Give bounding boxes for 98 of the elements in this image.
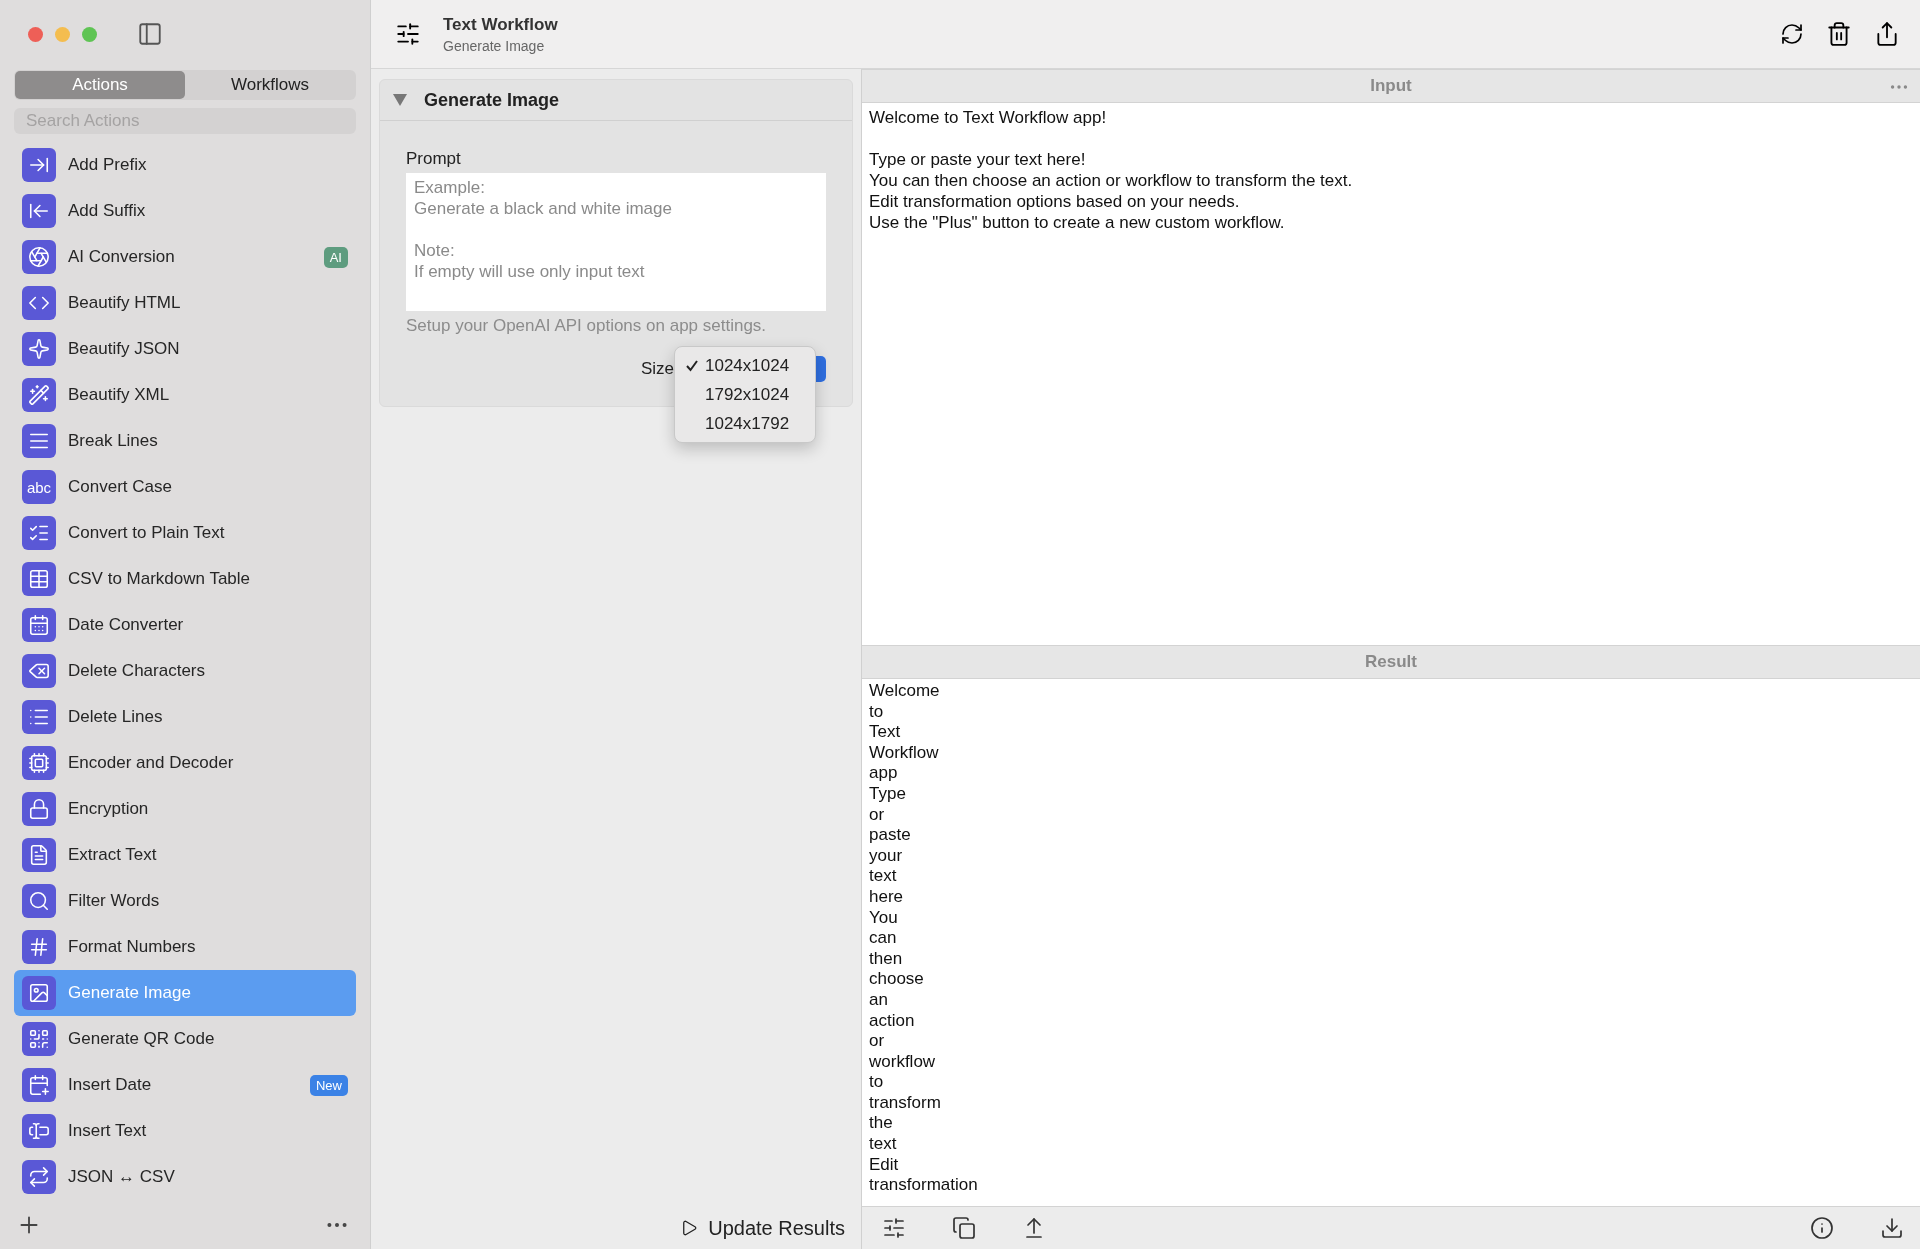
checklist-icon (22, 516, 56, 550)
copy-icon[interactable] (952, 1216, 976, 1240)
result-word: paste (869, 825, 911, 846)
menu-item[interactable]: 1792x1024 (675, 380, 815, 409)
sidebar-item[interactable]: Break Lines (14, 418, 356, 464)
sidebar-item[interactable]: Filter Words (14, 878, 356, 924)
result-word: Welcome (869, 681, 940, 702)
menu-item[interactable]: 1024x1024 (675, 351, 815, 380)
hint-text: Setup your OpenAI API options on app settings. (406, 316, 768, 336)
hash-icon (22, 930, 56, 964)
lock-icon (22, 792, 56, 826)
arrow-left-bar-icon (22, 194, 56, 228)
result-word: text (869, 1134, 897, 1155)
result-word: app (869, 763, 898, 784)
calendar-icon (22, 608, 56, 642)
result-word: Text (869, 722, 901, 743)
sidebar-tab[interactable]: Workflows (185, 71, 355, 99)
sidebar-item[interactable]: Extract Text (14, 832, 356, 878)
result-word: transformation (869, 1175, 978, 1196)
text-icon: abc (22, 470, 56, 504)
sidebar-toggle-icon[interactable] (137, 21, 163, 47)
result-word: or (869, 804, 885, 826)
sidebar-item[interactable]: Beautify JSON (14, 326, 356, 372)
result-word: Workflow (869, 742, 939, 764)
result-word: or (869, 1031, 885, 1052)
qr-code-icon (22, 1022, 56, 1056)
calendar-plus-icon (22, 1068, 56, 1102)
input-text[interactable]: Welcome to Text Workflow app! Type or paste your text here! You can then choose an action or workflow to transform the text. Edit transformation options based on your needs. Use the "Plus" button to create a new custom workflow. (862, 103, 1920, 645)
sidebar-item[interactable]: Encryption (14, 786, 356, 832)
sidebar-item[interactable]: Generate QR Code (14, 1016, 356, 1062)
sliders-icon[interactable] (882, 1216, 906, 1240)
sidebar-item[interactable]: Encoder and Decoder (14, 740, 356, 786)
sparkle-icon (22, 332, 56, 366)
list-icon (22, 700, 56, 734)
text-cursor-icon (22, 1114, 56, 1148)
sidebar-item[interactable]: Insert Date New (14, 1062, 356, 1108)
action-title: Generate Image (424, 89, 560, 111)
result-word: choose (869, 969, 924, 990)
sidebar-item[interactable]: Beautify XML (14, 372, 356, 418)
result-word: to (869, 701, 884, 723)
sidebar-item[interactable]: JSON ↔ CSV (14, 1154, 356, 1200)
lines-icon (22, 424, 56, 458)
sliders-icon[interactable] (395, 21, 421, 47)
sidebar-item[interactable]: CSV to Markdown Table (14, 556, 356, 602)
result-header: Result (862, 645, 1920, 679)
menu-item[interactable]: 1024x1792 (675, 409, 815, 438)
prompt-field[interactable]: Example: Generate a black and white image Note: If empty will use only input text (406, 173, 826, 311)
sidebar-item[interactable]: abc Convert Case (14, 464, 356, 510)
sidebar-item[interactable]: Add Suffix (14, 188, 356, 234)
window-subtitle: Generate Image (443, 37, 546, 54)
result-word: transform (869, 1092, 941, 1114)
size-label: Size (640, 359, 674, 379)
badge: AI (323, 246, 348, 268)
repeat-icon (22, 1160, 56, 1194)
result-word: to (869, 1072, 884, 1093)
info-icon[interactable] (1810, 1216, 1834, 1240)
aperture-icon (22, 240, 56, 274)
badge: New (310, 1074, 348, 1096)
result-word: the (869, 1113, 893, 1135)
delete-icon (22, 654, 56, 688)
play-icon (680, 1219, 699, 1237)
sidebar-item[interactable]: Insert Text (14, 1108, 356, 1154)
chip-icon (22, 746, 56, 780)
wand-icon (22, 378, 56, 412)
trash-icon[interactable] (1826, 21, 1852, 47)
sidebar-item[interactable]: Delete Lines (14, 694, 356, 740)
sidebar-item[interactable]: Convert to Plain Text (14, 510, 356, 556)
result-word: text (869, 866, 897, 887)
share-icon[interactable] (1874, 21, 1900, 47)
sidebar-item[interactable]: AI Conversion AI (14, 234, 356, 280)
disclosure-triangle-icon[interactable] (392, 93, 408, 107)
window-title: Text Workflow (443, 14, 559, 35)
result-word: then (869, 948, 903, 970)
result-word: can (869, 928, 897, 949)
arrow-right-bar-icon (22, 148, 56, 182)
checkmark-icon (685, 358, 699, 373)
result-word: workflow (869, 1051, 936, 1073)
document-icon (22, 838, 56, 872)
sidebar-item[interactable]: Date Converter (14, 602, 356, 648)
sidebar-item[interactable]: Add Prefix (14, 142, 356, 188)
result-word: You (869, 907, 898, 929)
code-icon (22, 286, 56, 320)
sidebar-item[interactable]: Format Numbers (14, 924, 356, 970)
input-header: Input (862, 69, 1920, 103)
image-icon (22, 976, 56, 1010)
result-word: action (869, 1010, 915, 1032)
search-icon (22, 884, 56, 918)
prompt-label: Prompt (406, 149, 462, 169)
sidebar-item[interactable]: Beautify HTML (14, 280, 356, 326)
update-results-button[interactable]: Update Results (674, 1215, 851, 1241)
table-icon (22, 562, 56, 596)
download-icon[interactable] (1880, 1216, 1904, 1240)
result-word: Edit (869, 1154, 899, 1176)
result-word: here (869, 886, 904, 908)
sidebar-item[interactable]: Delete Characters (14, 648, 356, 694)
result-word: your (869, 845, 903, 867)
result-word: an (869, 989, 888, 1011)
result-word: Type (869, 783, 906, 805)
